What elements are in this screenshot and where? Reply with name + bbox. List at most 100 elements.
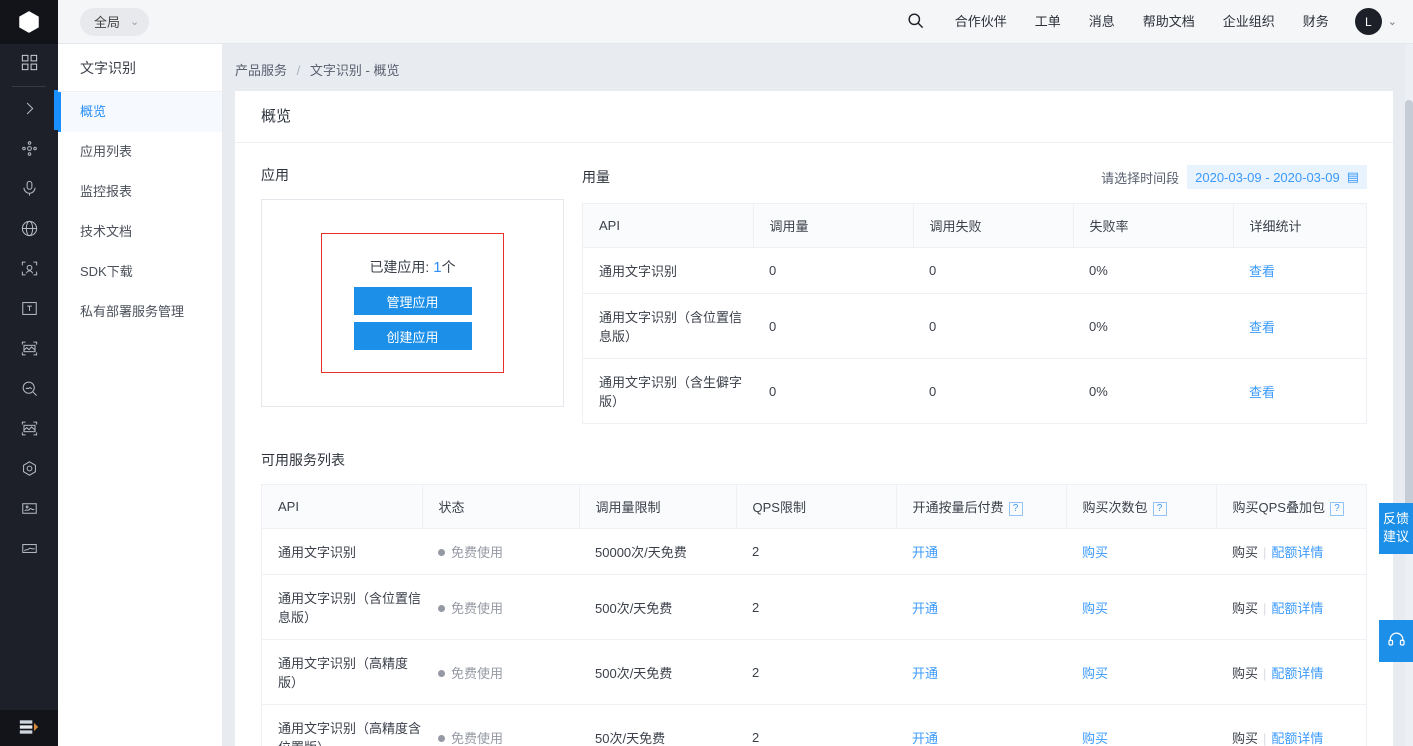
usage-cell-fail-rate: 0% <box>1073 358 1233 424</box>
buy-pack-link[interactable]: 购买 <box>1082 666 1108 681</box>
sidebar-item-monitor-report[interactable]: 监控报表 <box>58 172 222 212</box>
usage-table-wrapper: API 调用量 调用失败 失败率 详细统计 通用文字识别 0 0 0% 查看 通… <box>582 203 1367 424</box>
buy-pack-link[interactable]: 购买 <box>1082 731 1108 746</box>
enable-postpaid-link[interactable]: 开通 <box>912 666 938 681</box>
page-scrollbar-thumb[interactable] <box>1405 100 1413 530</box>
customer-support-button[interactable] <box>1379 620 1413 662</box>
sidebar-item-label: 私有部署服务管理 <box>80 304 185 319</box>
nav-link-help-docs[interactable]: 帮助文档 <box>1129 0 1209 44</box>
buy-pack-link[interactable]: 购买 <box>1082 601 1108 616</box>
usage-cell-api: 通用文字识别（含生僻字版） <box>583 358 753 424</box>
feedback-button[interactable]: 反馈 建议 <box>1379 503 1413 554</box>
breadcrumb-current: 文字识别 - 概览 <box>309 63 400 78</box>
rail-item-globe[interactable] <box>0 210 58 250</box>
map-image-icon <box>20 499 39 521</box>
usage-detail-link[interactable]: 查看 <box>1249 385 1275 400</box>
enable-postpaid-link[interactable]: 开通 <box>912 545 938 560</box>
breadcrumb-parent[interactable]: 产品服务 <box>235 63 287 78</box>
rail-collapse-button[interactable] <box>0 710 58 746</box>
rail-item-text-box[interactable] <box>0 290 58 330</box>
application-count-label: 已建应用: <box>369 259 430 275</box>
rail-item-photo[interactable] <box>0 410 58 450</box>
manage-app-button[interactable]: 管理应用 <box>353 287 472 315</box>
table-row: 通用文字识别（高精度含位置版） 免费使用 50次/天免费 2 开通 购买 购买 |… <box>262 704 1366 746</box>
rail-item-expand[interactable] <box>0 90 58 130</box>
buy-qps-link[interactable]: 购买 <box>1232 545 1258 560</box>
svc-col-buy-pack-label: 购买次数包 <box>1082 500 1148 515</box>
table-row: 通用文字识别 0 0 0% 查看 <box>583 247 1366 294</box>
rail-item-panorama[interactable] <box>0 530 58 570</box>
svc-cell-buy-qps: 购买 | 配额详情 <box>1216 528 1366 575</box>
buy-pack-link[interactable]: 购买 <box>1082 545 1108 560</box>
search-button[interactable] <box>890 11 941 33</box>
globe-icon <box>20 219 39 241</box>
sidebar-item-app-list[interactable]: 应用列表 <box>58 132 222 172</box>
main-content: 产品服务 / 文字识别 - 概览 概览 应用 已建应用: 1个 管理应用 创建应… <box>223 44 1413 746</box>
product-logo[interactable] <box>0 0 58 44</box>
usage-table-header-row: API 调用量 调用失败 失败率 详细统计 <box>583 203 1366 248</box>
quota-detail-link[interactable]: 配额详情 <box>1271 731 1323 746</box>
usage-cell-fail-rate: 0% <box>1073 293 1233 359</box>
sidebar-item-label: 监控报表 <box>80 184 133 199</box>
enable-postpaid-link[interactable]: 开通 <box>912 731 938 746</box>
usage-cell-calls: 0 <box>753 247 913 294</box>
chevron-right-icon <box>20 99 39 121</box>
table-row: 通用文字识别（高精度版） 免费使用 500次/天免费 2 开通 购买 购买 | 配额… <box>262 639 1366 705</box>
services-table: API 状态 调用量限制 QPS限制 开通按量后付费? 购买次数包? 购买QPS… <box>262 485 1366 746</box>
status-dot-icon <box>438 734 445 742</box>
application-count-unit: 个 <box>441 259 456 275</box>
photo-icon <box>20 419 39 441</box>
enable-postpaid-link[interactable]: 开通 <box>912 601 938 616</box>
nav-link-finance[interactable]: 财务 <box>1289 0 1343 44</box>
user-menu[interactable]: L ⌄ <box>1343 8 1397 35</box>
sidebar-item-overview[interactable]: 概览 <box>58 92 222 132</box>
usage-column: 用量 请选择时间段 2020-03-09 - 2020-03-09 ▤ API … <box>582 165 1367 424</box>
application-count-value: 1 <box>433 259 442 276</box>
sidebar-item-tech-docs[interactable]: 技术文档 <box>58 212 222 252</box>
sidebar-item-private-deploy[interactable]: 私有部署服务管理 <box>58 292 222 332</box>
usage-detail-link[interactable]: 查看 <box>1249 320 1275 335</box>
svc-cell-quota: 50次/天免费 <box>579 704 736 746</box>
svc-cell-status: 免费使用 <box>422 704 579 746</box>
svc-col-api: API <box>262 485 423 529</box>
quota-detail-link[interactable]: 配额详情 <box>1271 601 1323 616</box>
svc-col-buy-pack: 购买次数包? <box>1066 485 1217 529</box>
application-count: 已建应用: 1个 <box>369 257 455 277</box>
rail-item-image[interactable] <box>0 330 58 370</box>
rail-item-image-search[interactable] <box>0 370 58 410</box>
help-icon[interactable]: ? <box>1329 501 1344 516</box>
nav-link-messages[interactable]: 消息 <box>1075 0 1129 44</box>
quota-detail-link[interactable]: 配额详情 <box>1271 545 1323 560</box>
calendar-icon: ▤ <box>1346 169 1359 184</box>
nav-link-enterprise-org[interactable]: 企业组织 <box>1209 0 1289 44</box>
buy-qps-link[interactable]: 购买 <box>1232 731 1258 746</box>
svc-cell-quota: 500次/天免费 <box>579 574 736 640</box>
region-label: 全局 <box>94 15 121 30</box>
buy-qps-link[interactable]: 购买 <box>1232 666 1258 681</box>
help-icon[interactable]: ? <box>1152 501 1167 516</box>
nav-link-tickets[interactable]: 工单 <box>1021 0 1075 44</box>
rail-item-grid-icon[interactable] <box>0 44 58 84</box>
breadcrumb: 产品服务 / 文字识别 - 概览 <box>223 44 1413 91</box>
rail-item-microphone[interactable] <box>0 170 58 210</box>
create-app-button[interactable]: 创建应用 <box>353 322 472 350</box>
top-columns: 应用 已建应用: 1个 管理应用 创建应用 用量 请选择时间段 2020-03-… <box>235 143 1393 424</box>
quota-detail-link[interactable]: 配额详情 <box>1271 666 1323 681</box>
rail-item-map-image[interactable] <box>0 490 58 530</box>
svc-cell-qps: 2 <box>736 574 896 640</box>
icon-rail <box>0 0 58 746</box>
nav-link-partner[interactable]: 合作伙伴 <box>941 0 1021 44</box>
sidebar-item-sdk-download[interactable]: SDK下载 <box>58 252 222 292</box>
usage-detail-link[interactable]: 查看 <box>1249 264 1275 279</box>
svc-cell-status: 免费使用 <box>422 528 579 575</box>
rail-item-face-detect[interactable] <box>0 250 58 290</box>
usage-cell-calls: 0 <box>753 293 913 359</box>
rail-item-nodes[interactable] <box>0 130 58 170</box>
sidebar-item-label: SDK下载 <box>80 264 133 279</box>
region-selector[interactable]: 全局 ⌄ <box>80 7 150 36</box>
date-range-picker[interactable]: 2020-03-09 - 2020-03-09 ▤ <box>1187 165 1367 189</box>
rail-item-cube[interactable] <box>0 450 58 490</box>
overview-panel: 概览 应用 已建应用: 1个 管理应用 创建应用 用量 请选择时间段 2020-… <box>235 91 1393 746</box>
buy-qps-link[interactable]: 购买 <box>1232 601 1258 616</box>
help-icon[interactable]: ? <box>1008 501 1023 516</box>
